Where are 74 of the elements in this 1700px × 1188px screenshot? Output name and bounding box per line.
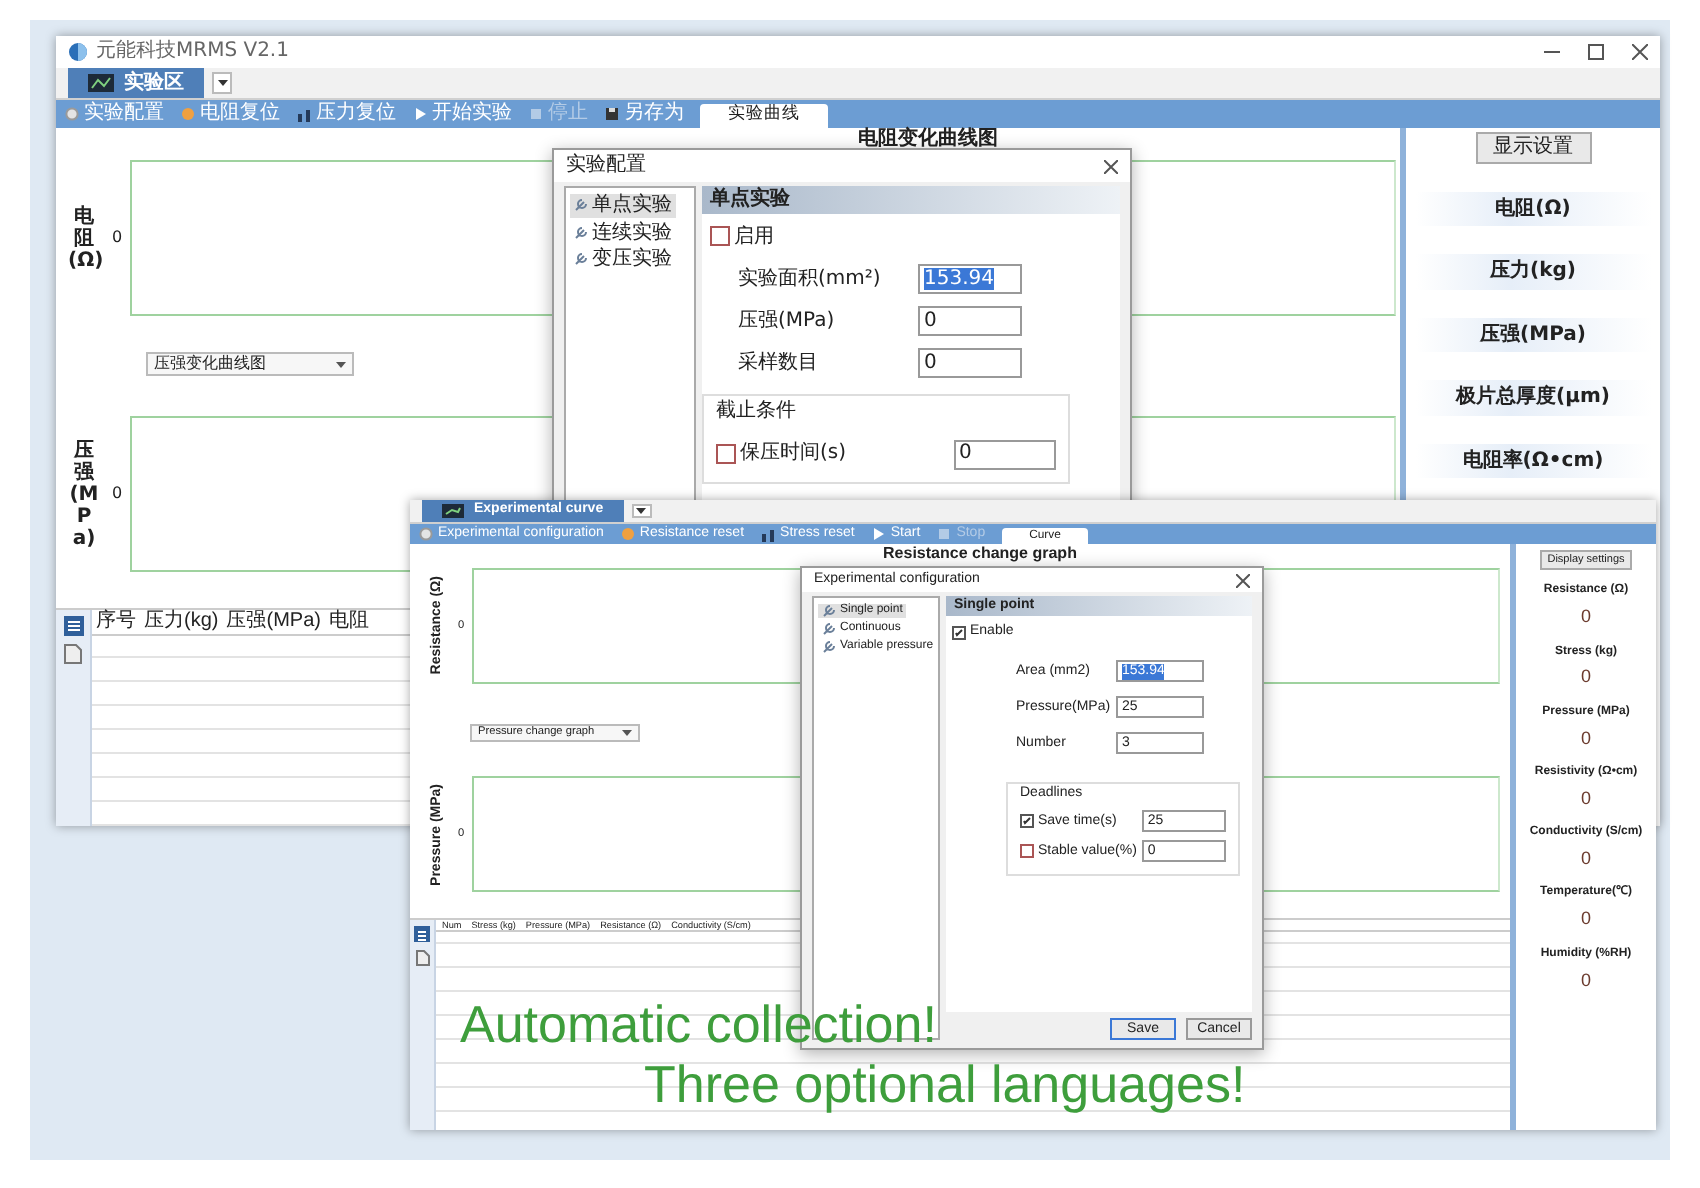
app-logo-icon [68, 42, 88, 62]
checkbox[interactable] [1020, 844, 1034, 859]
square-icon [936, 526, 953, 542]
readout-value: 0 [1580, 908, 1591, 930]
chart-select[interactable]: 压强变化曲线图 [146, 352, 354, 376]
caret-icon [622, 730, 632, 736]
list-icon [63, 616, 83, 636]
input-field[interactable]: 153.94 [918, 264, 1022, 294]
window-title: 元能科技MRMS V2.1 [96, 40, 289, 64]
readout-value: 0 [1580, 606, 1591, 628]
readout-value: 0 [1580, 727, 1591, 749]
checkbox-label: 保压时间(s) [740, 442, 847, 466]
axis-title: 压强(MPa) [68, 439, 100, 549]
dialog-title: 实验配置 [566, 154, 646, 178]
close-icon [1236, 573, 1250, 587]
wrench-icon [574, 225, 588, 240]
tab-menu-button[interactable] [631, 504, 652, 518]
document-icon [64, 644, 82, 664]
nav-item[interactable]: 变压实验 [570, 248, 676, 271]
maximize-icon [1588, 44, 1604, 60]
section-header: 单点实验 [702, 186, 1120, 213]
checkbox[interactable] [952, 625, 966, 640]
nav-item[interactable]: 单点实验 [570, 194, 676, 217]
readout-value: 0 [1580, 787, 1591, 809]
field-label: 实验面积(mm²) [738, 267, 883, 291]
group-label: 截止条件 [716, 400, 798, 423]
chart-title: Resistance change graph [881, 544, 1079, 566]
checkbox[interactable] [1020, 814, 1034, 829]
axis-tick-label: 0 [112, 228, 123, 248]
nav-item[interactable]: 连续实验 [570, 221, 676, 244]
caret-icon [636, 508, 647, 514]
monitor-icon [88, 74, 114, 92]
readout-value: 0 [1580, 666, 1591, 688]
input-field[interactable]: 0 [918, 306, 1022, 336]
column-header: 压强(MPa) [226, 610, 321, 633]
tab-menu-button[interactable] [212, 72, 232, 94]
chart-title: 电阻变化曲线图 [856, 128, 1000, 154]
wrench-icon [822, 622, 836, 636]
column-header: 序号 [96, 610, 136, 633]
caret-icon [217, 80, 227, 86]
circle-icon [180, 106, 196, 122]
input-field[interactable]: 0 [918, 348, 1022, 378]
caret-icon [336, 361, 346, 367]
input-field[interactable]: 0 [953, 439, 1056, 469]
readout-value: 0 [1580, 848, 1591, 869]
play-icon [412, 106, 428, 122]
field-label: 采样数目 [738, 351, 820, 375]
column-header: 压力(kg) [144, 610, 219, 633]
list-icon [414, 926, 430, 942]
document-tab[interactable]: 实验曲线 [700, 104, 828, 128]
checkbox[interactable] [716, 444, 736, 464]
readout-value: 0 [1580, 969, 1591, 990]
wrench-icon [574, 198, 588, 213]
field-label: 压强(MPa) [738, 309, 837, 333]
wrench-icon [574, 252, 588, 267]
square-icon [528, 106, 544, 122]
promo-caption: Automatic collection! [460, 998, 937, 1050]
wrench-icon [822, 640, 836, 654]
bars-icon [296, 106, 312, 122]
workspace-tab[interactable]: 实验区 [68, 68, 204, 98]
wrench-icon [822, 604, 836, 618]
checkbox-label: 启用 [734, 225, 774, 248]
column-header: 电阻 [328, 610, 369, 633]
monitor-icon [442, 504, 464, 518]
close-icon [1632, 44, 1648, 60]
checkbox[interactable] [710, 226, 730, 247]
document-icon [415, 950, 429, 966]
axis-title: 电阻(Ω) [68, 205, 100, 271]
close-icon [1104, 159, 1118, 173]
axis-tick-label: 0 [112, 484, 123, 504]
circle-icon [619, 526, 636, 542]
bars-icon [760, 526, 777, 542]
promo-caption: Three optional languages! [644, 1058, 1246, 1110]
display-settings-button[interactable]: 显示设置 [1475, 132, 1591, 163]
